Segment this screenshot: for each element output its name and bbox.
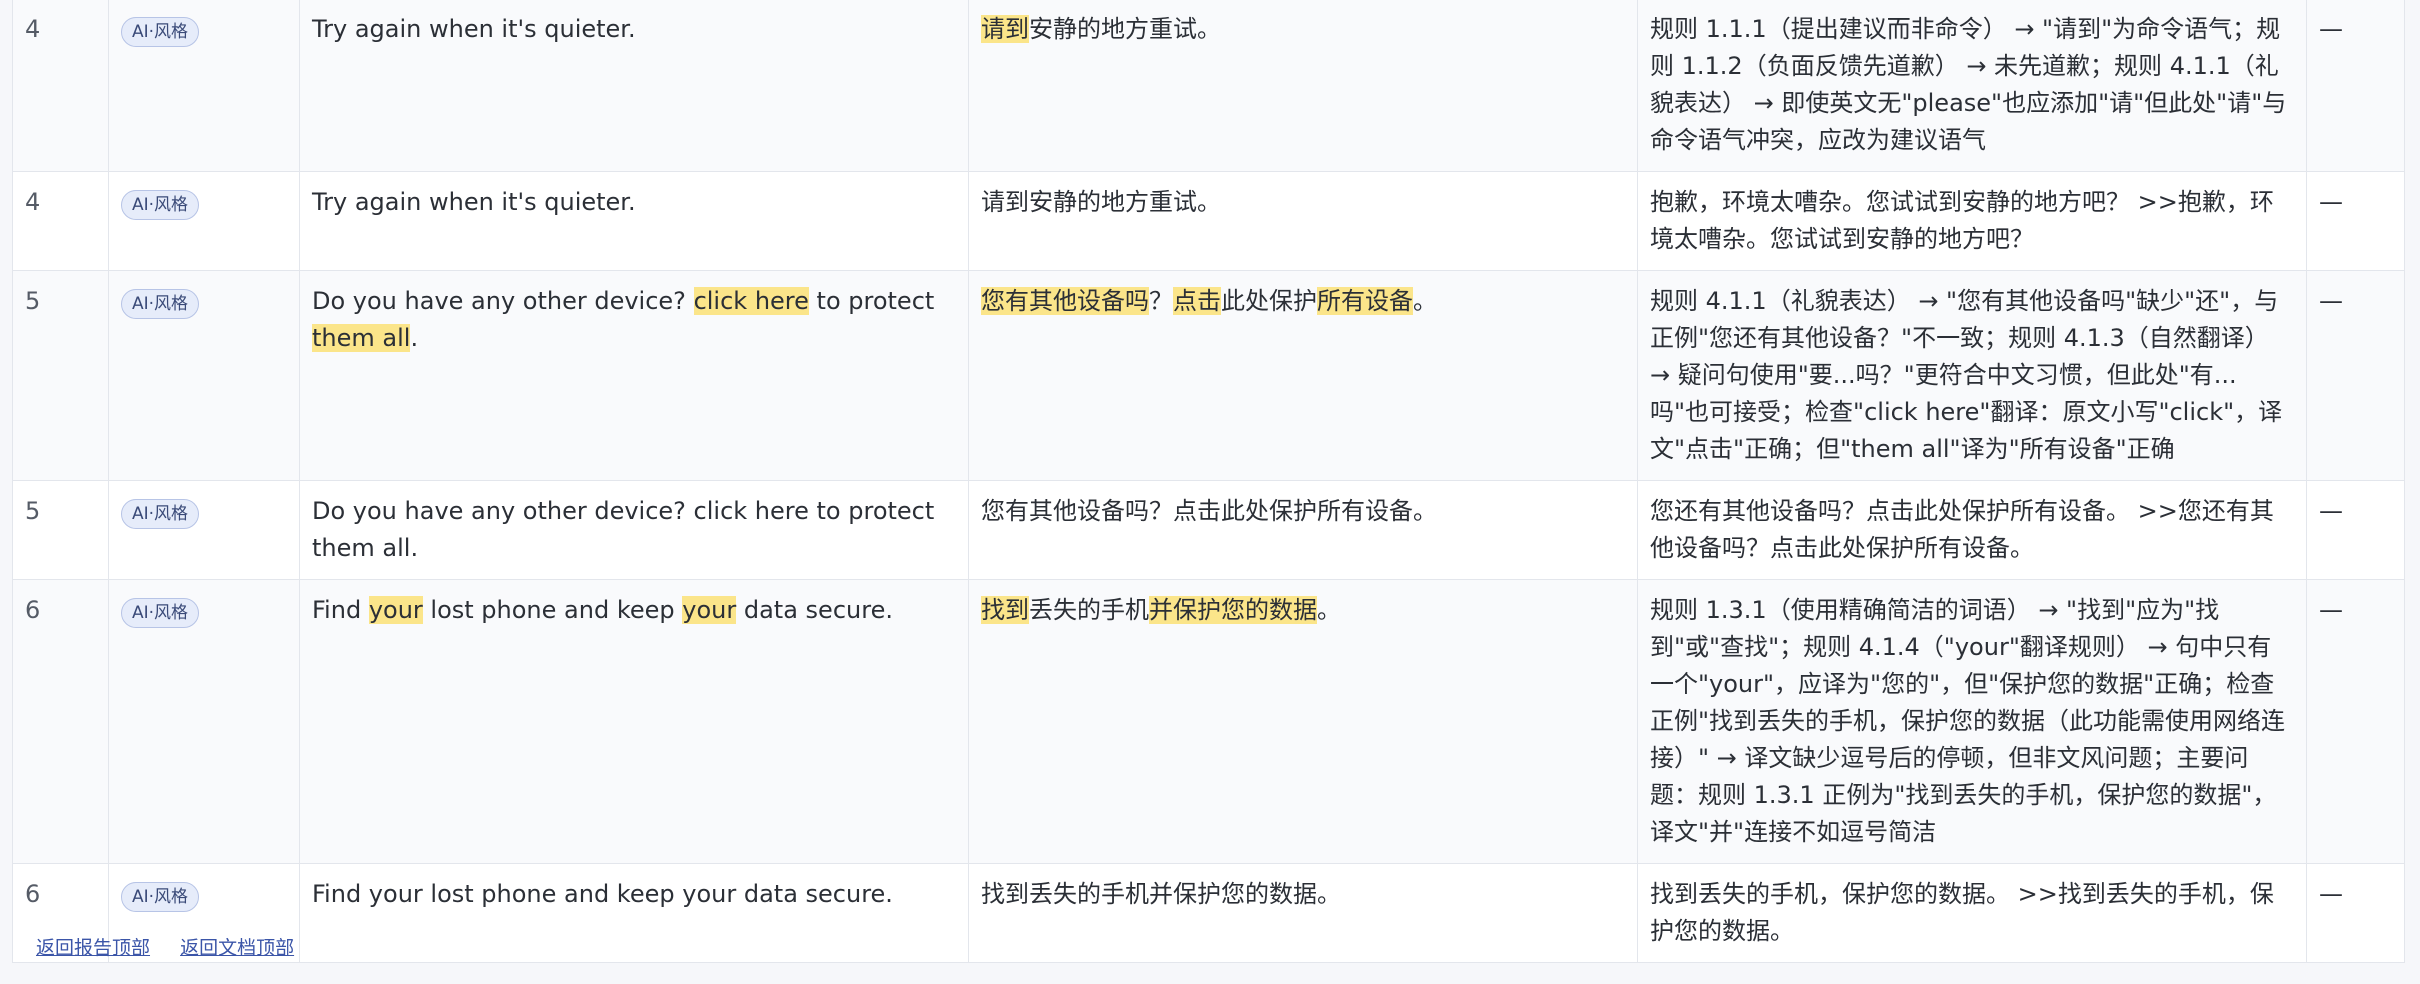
review-note: 规则 4.1.1（礼貌表达） → "您有其他设备吗"缺少"还"，与正例"您还有其…: [1650, 287, 2283, 463]
table-row: 6 AI·风格 Find your lost phone and keep your…: [12, 579, 2405, 864]
source-highlight: click here: [693, 287, 809, 315]
row-number: 5: [25, 497, 41, 525]
issue-type-cell: AI·风格: [108, 480, 300, 580]
status-cell: —: [2306, 579, 2405, 864]
target-text: 丢失的手机: [1029, 596, 1149, 624]
review-note-cell: 您还有其他设备吗？点击此处保护所有设备。 >>您还有其他设备吗？点击此处保护所有…: [1637, 480, 2307, 580]
target-highlight: 请到: [981, 15, 1029, 43]
source-text-cell: Do you have any other device? click here…: [299, 480, 969, 580]
status-dash: —: [2319, 15, 2343, 43]
source-text: Try again when it's quieter.: [312, 15, 636, 43]
source-text: Do you have any other device? click here…: [312, 497, 935, 562]
target-text: 。: [1413, 287, 1437, 315]
ai-style-badge: AI·风格: [121, 17, 200, 47]
target-text: 此处保护: [1221, 287, 1317, 315]
status-dash: —: [2319, 596, 2343, 624]
target-highlight: 您有其他设备吗: [981, 287, 1149, 315]
source-text-cell: Try again when it's quieter.: [299, 171, 969, 271]
table-row: 5 AI·风格 Do you have any other device? clic…: [12, 480, 2405, 580]
target-text: 请到安静的地方重试。: [981, 188, 1221, 216]
source-text-cell: Find your lost phone and keep your data …: [299, 579, 969, 864]
status-cell: —: [2306, 270, 2405, 481]
ai-style-badge: AI·风格: [121, 190, 200, 220]
status-cell: —: [2306, 863, 2405, 963]
source-text: lost phone and keep: [422, 596, 683, 624]
row-number-cell: 4: [12, 0, 109, 172]
review-note: 找到丢失的手机，保护您的数据。 >>找到丢失的手机，保护您的数据。: [1650, 880, 2274, 945]
target-text: ？: [1149, 287, 1173, 315]
row-number-cell: 5: [12, 270, 109, 481]
issue-type-cell: AI·风格: [108, 579, 300, 864]
review-note-cell: 规则 4.1.1（礼貌表达） → "您有其他设备吗"缺少"还"，与正例"您还有其…: [1637, 270, 2307, 481]
status-dash: —: [2319, 287, 2343, 315]
target-text: 安静的地方重试。: [1029, 15, 1221, 43]
source-text: .: [410, 324, 419, 352]
target-text: 找到丢失的手机并保护您的数据。: [981, 880, 1341, 908]
source-text: Try again when it's quieter.: [312, 188, 636, 216]
review-note-cell: 规则 1.1.1（提出建议而非命令） → "请到"为命令语气；规则 1.1.2（…: [1637, 0, 2307, 172]
ai-style-badge: AI·风格: [121, 882, 200, 912]
target-text: 。: [1317, 596, 1341, 624]
row-number-cell: 6: [12, 579, 109, 864]
target-text-cell: 找到丢失的手机并保护您的数据。: [968, 863, 1638, 963]
row-number: 5: [25, 287, 41, 315]
source-text-cell: Do you have any other device? click here…: [299, 270, 969, 481]
status-dash: —: [2319, 880, 2343, 908]
issue-type-cell: AI·风格: [108, 171, 300, 271]
target-highlight: 点击: [1173, 287, 1221, 315]
source-highlight: your: [368, 596, 423, 624]
ai-style-badge: AI·风格: [121, 598, 200, 628]
target-text: 您有其他设备吗？点击此处保护所有设备。: [981, 497, 1437, 525]
source-highlight: them all: [312, 324, 411, 352]
review-note: 规则 1.1.1（提出建议而非命令） → "请到"为命令语气；规则 1.1.2（…: [1650, 15, 2287, 154]
back-to-doc-top-link[interactable]: 返回文档顶部: [180, 937, 294, 959]
footer-links: 返回报告顶部 返回文档顶部: [36, 933, 318, 960]
target-text-cell: 您有其他设备吗？点击此处保护所有设备。: [968, 480, 1638, 580]
target-text-cell: 请到安静的地方重试。: [968, 0, 1638, 172]
review-note-cell: 抱歉，环境太嘈杂。您试试到安静的地方吧？ >>抱歉，环境太嘈杂。您试试到安静的地…: [1637, 171, 2307, 271]
status-dash: —: [2319, 497, 2343, 525]
issue-type-cell: AI·风格: [108, 270, 300, 481]
review-table-body: 4 AI·风格 Try again when it's quieter. 请到安静的地…: [12, 0, 2405, 963]
source-highlight: your: [682, 596, 737, 624]
target-text-cell: 请到安静的地方重试。: [968, 171, 1638, 271]
row-number: 4: [25, 15, 41, 43]
table-row: 4 AI·风格 Try again when it's quieter. 请到安静的地…: [12, 0, 2405, 172]
back-to-report-top-link[interactable]: 返回报告顶部: [36, 937, 150, 959]
source-text: data secure.: [736, 596, 893, 624]
source-text: Do you have any other device?: [312, 287, 694, 315]
row-number: 6: [25, 880, 41, 908]
status-dash: —: [2319, 188, 2343, 216]
review-note: 您还有其他设备吗？点击此处保护所有设备。 >>您还有其他设备吗？点击此处保护所有…: [1650, 497, 2274, 562]
target-highlight: 并保护您的数据: [1149, 596, 1317, 624]
target-text-cell: 找到丢失的手机并保护您的数据。: [968, 579, 1638, 864]
report-page: 4 AI·风格 Try again when it's quieter. 请到安静的地…: [0, 0, 2420, 984]
table-row: 4 AI·风格 Try again when it's quieter. 请到安静的地…: [12, 171, 2405, 271]
table-row: 5 AI·风格 Do you have any other device? clic…: [12, 270, 2405, 481]
target-highlight: 所有设备: [1317, 287, 1413, 315]
status-cell: —: [2306, 0, 2405, 172]
source-text: Find your lost phone and keep your data …: [312, 880, 893, 908]
issue-type-cell: AI·风格: [108, 0, 300, 172]
row-number: 4: [25, 188, 41, 216]
source-text-cell: Find your lost phone and keep your data …: [299, 863, 969, 963]
status-cell: —: [2306, 480, 2405, 580]
review-note-cell: 找到丢失的手机，保护您的数据。 >>找到丢失的手机，保护您的数据。: [1637, 863, 2307, 963]
review-note: 抱歉，环境太嘈杂。您试试到安静的地方吧？ >>抱歉，环境太嘈杂。您试试到安静的地…: [1650, 188, 2274, 253]
table-row: 6 AI·风格 Find your lost phone and keep your…: [12, 863, 2405, 963]
status-cell: —: [2306, 171, 2405, 271]
row-number: 6: [25, 596, 41, 624]
source-text: to protect: [808, 287, 935, 315]
target-text-cell: 您有其他设备吗？点击此处保护所有设备。: [968, 270, 1638, 481]
row-number-cell: 4: [12, 171, 109, 271]
review-table: 4 AI·风格 Try again when it's quieter. 请到安静的地…: [12, 0, 2405, 963]
review-note: 规则 1.3.1（使用精确简洁的词语） → "找到"应为"找到"或"查找"；规则…: [1650, 596, 2286, 846]
ai-style-badge: AI·风格: [121, 289, 200, 319]
source-text: Find: [312, 596, 369, 624]
source-text-cell: Try again when it's quieter.: [299, 0, 969, 172]
review-note-cell: 规则 1.3.1（使用精确简洁的词语） → "找到"应为"找到"或"查找"；规则…: [1637, 579, 2307, 864]
ai-style-badge: AI·风格: [121, 499, 200, 529]
row-number-cell: 5: [12, 480, 109, 580]
target-highlight: 找到: [981, 596, 1029, 624]
